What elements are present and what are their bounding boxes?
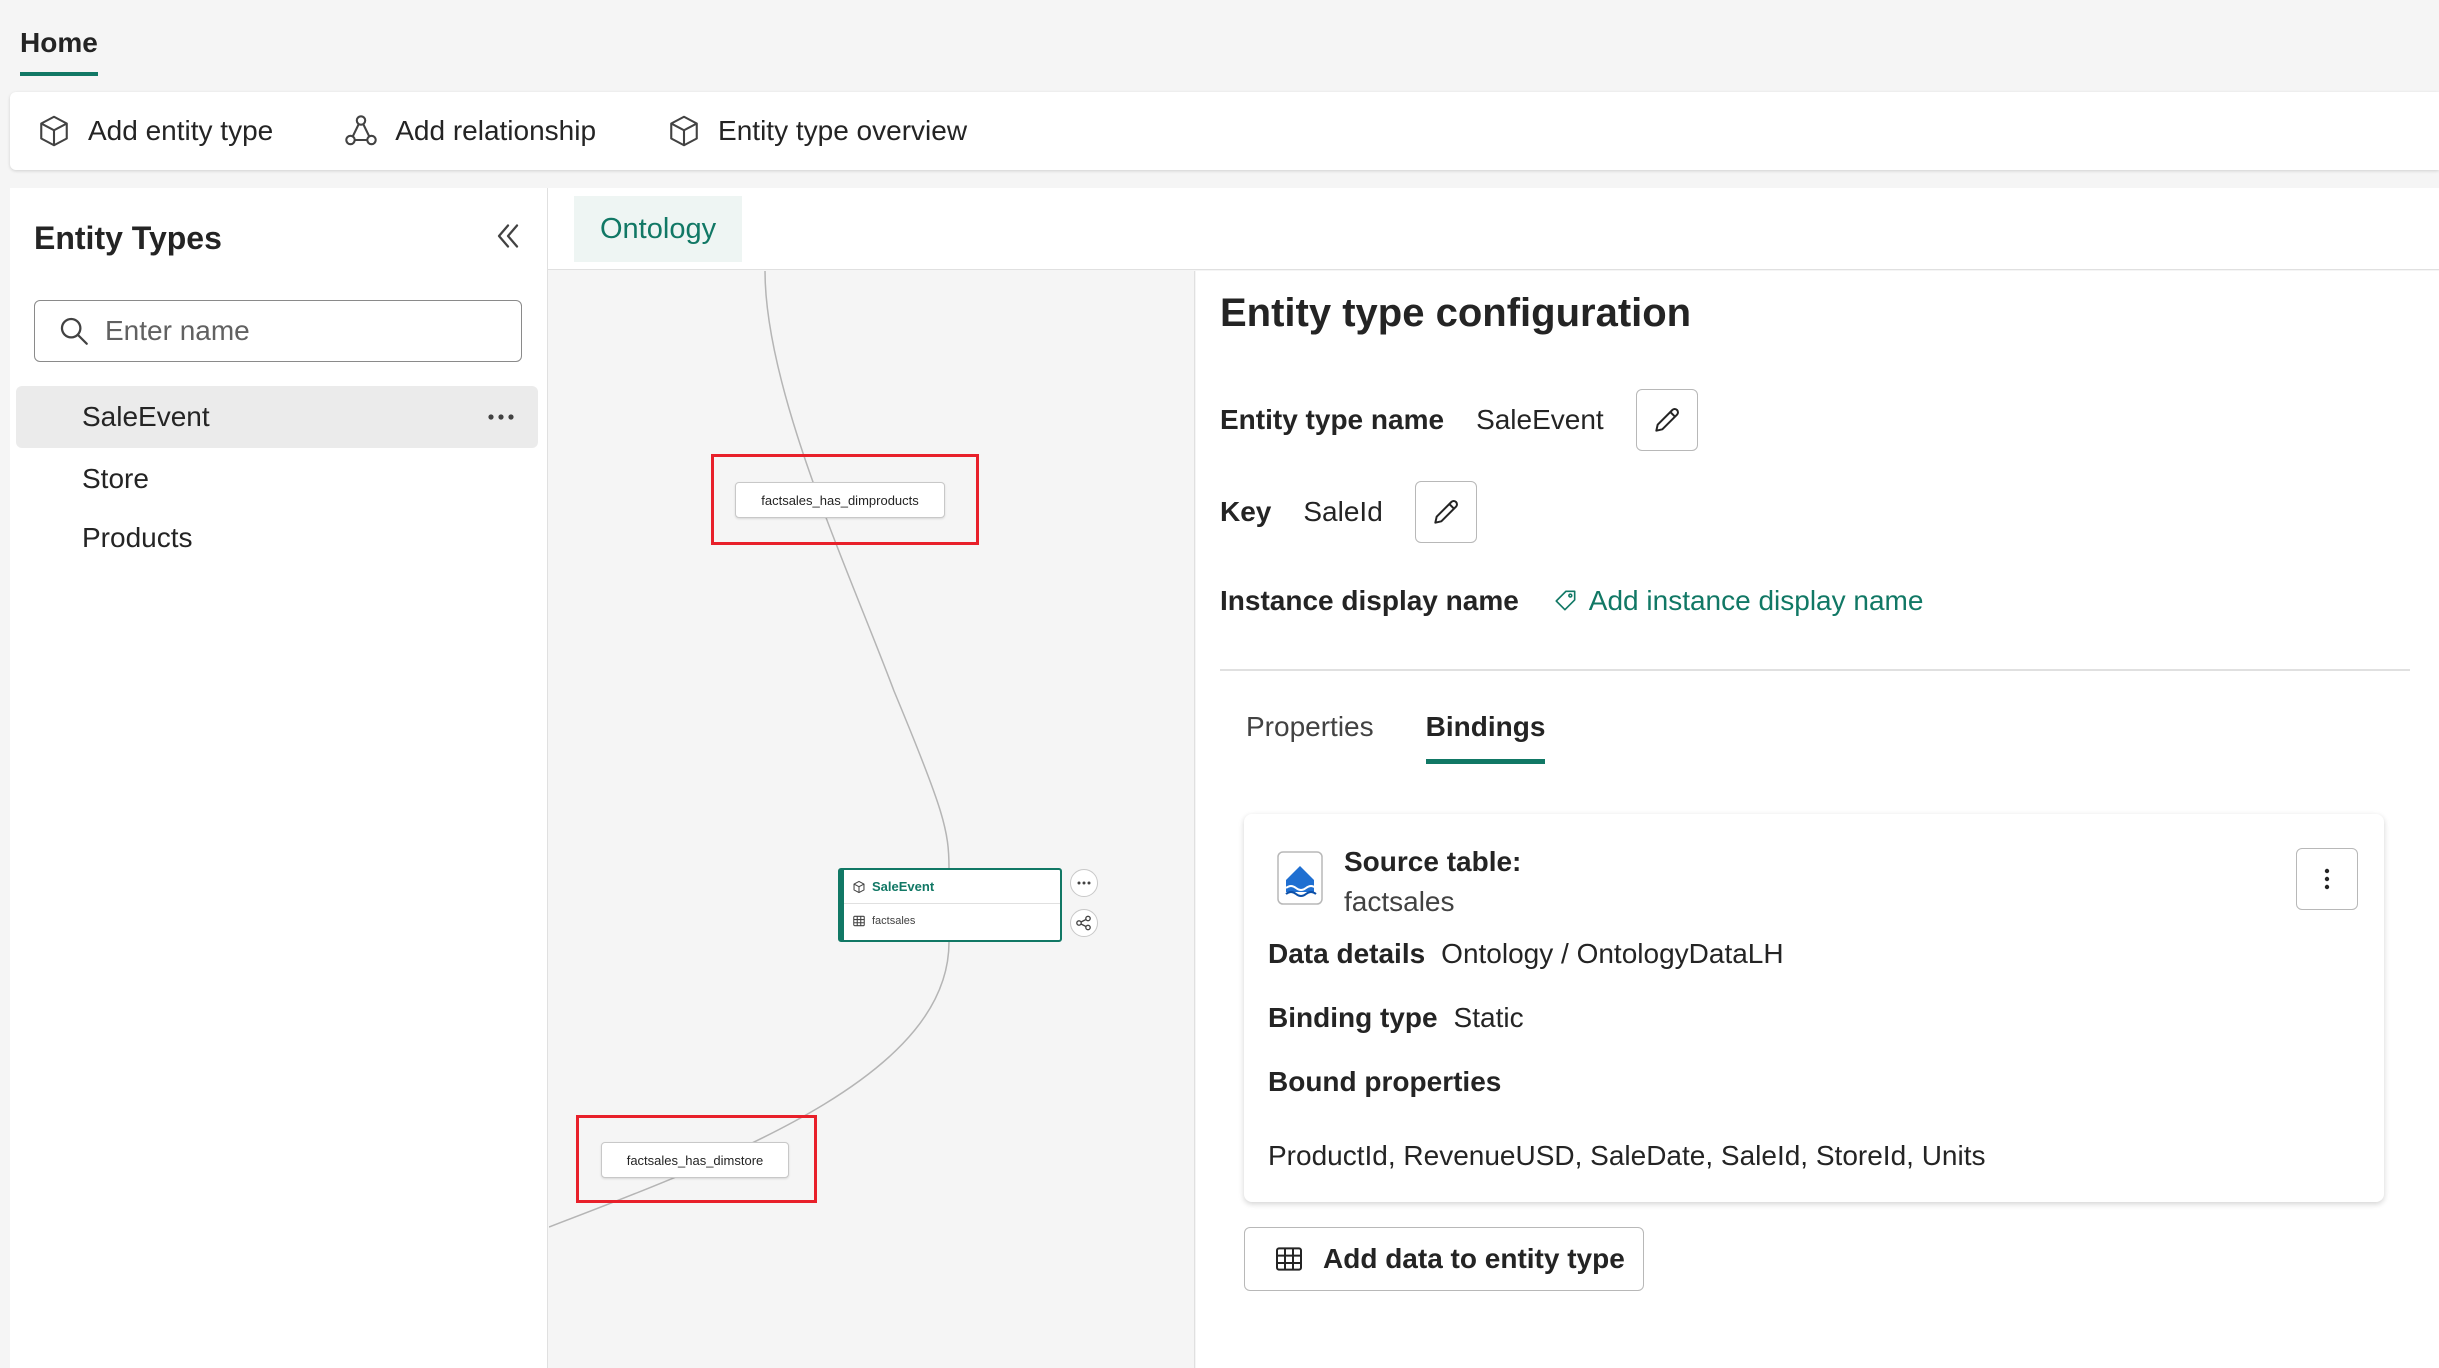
entity-type-overview-button[interactable]: Entity type overview: [666, 113, 967, 149]
entity-item-products[interactable]: Products: [16, 510, 538, 566]
binding-type-label: Binding type: [1268, 1002, 1438, 1033]
data-details-value: Ontology / OntologyDataLH: [1441, 938, 1784, 969]
entity-item-label: Products: [82, 522, 193, 553]
ontology-canvas[interactable]: factsales_has_dimproducts factsales_has_…: [549, 271, 1195, 1368]
bound-properties-value: ProductId, RevenueUSD, SaleDate, SaleId,…: [1268, 1140, 1986, 1171]
entity-type-name-value: SaleEvent: [1476, 404, 1604, 435]
entity-item-label: SaleEvent: [82, 401, 210, 432]
node-relationship-button[interactable]: [1070, 909, 1098, 937]
node-more-button[interactable]: [1070, 869, 1098, 897]
edit-key-button[interactable]: [1414, 481, 1477, 543]
data-details-row: Data details Ontology / OntologyDataLH: [1268, 938, 1784, 970]
instance-display-row: Instance display name Add instance displ…: [1220, 585, 1923, 617]
tab-ontology[interactable]: Ontology: [574, 196, 743, 262]
bound-properties-row: Bound properties: [1268, 1066, 1501, 1098]
lakehouse-icon: [1277, 851, 1323, 905]
binding-type-value: Static: [1453, 1002, 1524, 1033]
divider: [1220, 669, 2410, 671]
entity-config-panel: Entity type configuration Entity type na…: [1196, 271, 2439, 1368]
add-relationship-button[interactable]: Add relationship: [343, 113, 596, 149]
edit-entity-name-button[interactable]: [1635, 389, 1698, 451]
pencil-icon: [1655, 408, 1679, 432]
entity-item-saleevent[interactable]: SaleEvent: [16, 386, 538, 448]
entity-types-panel: Entity Types SaleEvent Store Products: [10, 188, 548, 1368]
search-input[interactable]: [105, 315, 505, 347]
entity-item-label: Store: [82, 463, 149, 494]
toolbar: Add entity type Add relationship Entity …: [10, 92, 2439, 170]
node-source: factsales: [872, 915, 916, 927]
table-icon: [853, 915, 865, 927]
more-vertical-icon: [2324, 868, 2330, 890]
node-title: SaleEvent: [872, 879, 935, 894]
more-options-icon[interactable]: [484, 404, 518, 430]
relationship-label[interactable]: factsales_has_dimproducts: [735, 482, 945, 518]
add-relationship-label: Add relationship: [395, 115, 597, 146]
source-table-value: factsales: [1344, 886, 1455, 917]
search-box: [34, 300, 522, 362]
entity-type-overview-label: Entity type overview: [718, 115, 968, 146]
entity-node-saleevent[interactable]: SaleEvent factsales: [838, 868, 1062, 942]
key-label: Key: [1220, 496, 1272, 527]
add-data-button[interactable]: Add data to entity type: [1244, 1227, 1644, 1291]
top-tab-bar: Home: [0, 0, 2439, 92]
tag-icon: [1555, 590, 1576, 611]
entity-type-name-row: Entity type name SaleEvent: [1220, 389, 1698, 451]
key-value: SaleId: [1303, 496, 1383, 527]
cube-icon: [853, 880, 865, 893]
entity-type-name-label: Entity type name: [1220, 404, 1445, 435]
more-options-icon: [1077, 881, 1091, 885]
entity-item-store[interactable]: Store: [16, 448, 538, 510]
tab-properties[interactable]: Properties: [1246, 711, 1374, 764]
search-icon: [60, 317, 88, 345]
table-icon: [1276, 1247, 1302, 1271]
edge-line: [764, 271, 950, 869]
tab-bindings[interactable]: Bindings: [1425, 711, 1546, 764]
share-icon: [1076, 915, 1091, 931]
bound-properties-label: Bound properties: [1268, 1066, 1502, 1097]
add-instance-display-label: Add instance display name: [1588, 585, 1924, 616]
binding-more-button[interactable]: [2296, 848, 2358, 910]
binding-card: Source table: factsales Data details Ont…: [1244, 814, 2384, 1202]
add-entity-type-label: Add entity type: [88, 115, 274, 146]
cube-icon: [670, 115, 698, 147]
cube-icon: [40, 115, 68, 147]
source-table-label: Source table:: [1344, 846, 1522, 877]
config-title: Entity type configuration: [1220, 291, 1692, 335]
key-row: Key SaleId: [1220, 481, 1477, 543]
panel-title: Entity Types: [34, 220, 222, 256]
instance-display-label: Instance display name: [1220, 585, 1519, 616]
add-data-label: Add data to entity type: [1323, 1243, 1625, 1274]
canvas-header: Ontology: [548, 188, 2439, 270]
config-tabs: Properties Bindings: [1246, 711, 1546, 764]
data-details-label: Data details: [1268, 938, 1426, 969]
tab-home[interactable]: Home: [20, 26, 98, 76]
pencil-icon: [1434, 500, 1458, 524]
add-entity-type-button[interactable]: Add entity type: [36, 113, 273, 149]
entity-list: SaleEvent Store Products: [16, 386, 538, 566]
relationship-icon: [345, 115, 377, 146]
collapse-panel-icon[interactable]: [490, 218, 526, 254]
relationship-label[interactable]: factsales_has_dimstore: [601, 1142, 789, 1178]
add-instance-display-link[interactable]: Add instance display name: [1553, 585, 1924, 617]
relationship-edges: [549, 271, 950, 1228]
binding-type-row: Binding type Static: [1268, 1002, 1524, 1034]
